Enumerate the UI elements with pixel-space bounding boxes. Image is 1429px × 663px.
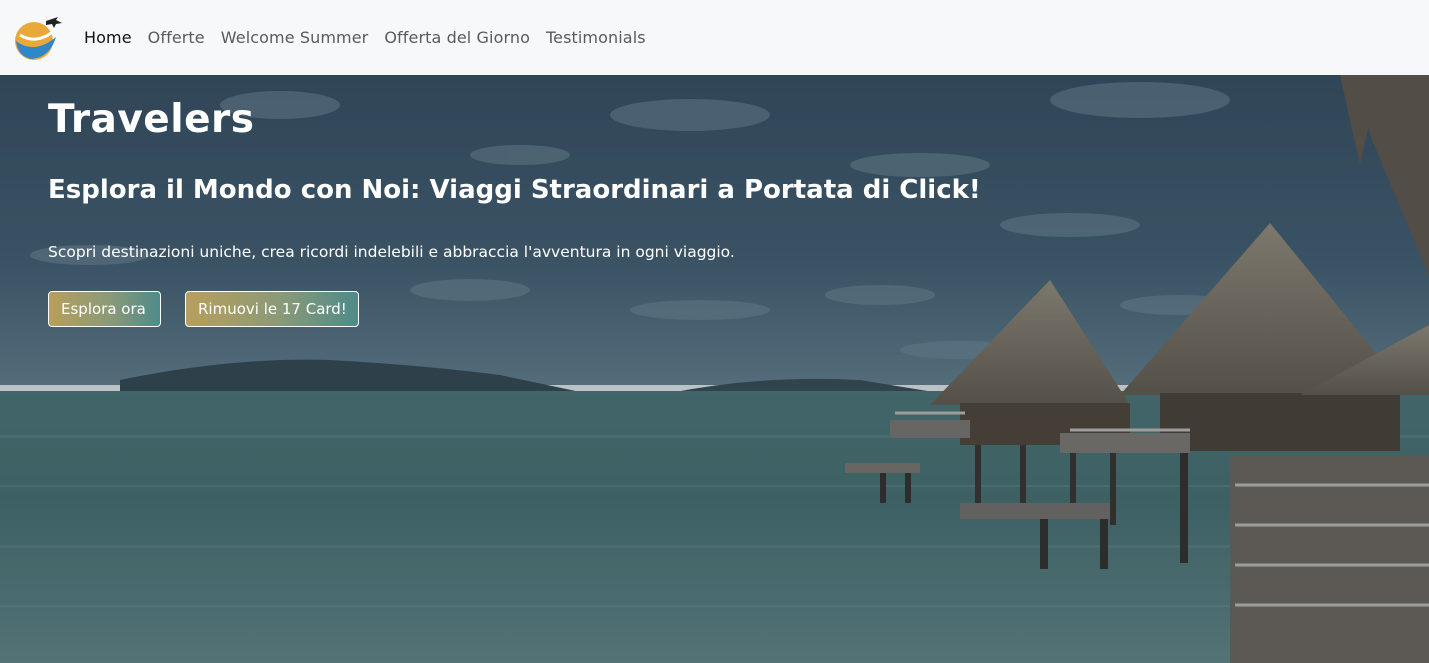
- hero-section: Travelers Esplora il Mondo con Noi: Viag…: [0, 75, 1429, 663]
- hero-background-image: [0, 75, 1429, 663]
- logo-icon[interactable]: [10, 11, 64, 65]
- nav-links: Home Offerte Welcome Summer Offerta del …: [84, 28, 662, 47]
- nav-item-offerte[interactable]: Offerte: [148, 28, 205, 47]
- explore-button[interactable]: Esplora ora: [48, 291, 161, 327]
- hero-subtext: Scopri destinazioni uniche, crea ricordi…: [48, 243, 735, 261]
- remove-cards-button[interactable]: Rimuovi le 17 Card!: [185, 291, 359, 327]
- nav-item-testimonials[interactable]: Testimonials: [546, 28, 646, 47]
- nav-item-offerta-del-giorno[interactable]: Offerta del Giorno: [384, 28, 530, 47]
- nav-item-home[interactable]: Home: [84, 28, 132, 47]
- brand-title: Travelers: [48, 97, 255, 142]
- navbar: Home Offerte Welcome Summer Offerta del …: [0, 0, 1429, 75]
- hero-headline: Esplora il Mondo con Noi: Viaggi Straord…: [48, 175, 981, 205]
- nav-item-welcome-summer[interactable]: Welcome Summer: [221, 28, 369, 47]
